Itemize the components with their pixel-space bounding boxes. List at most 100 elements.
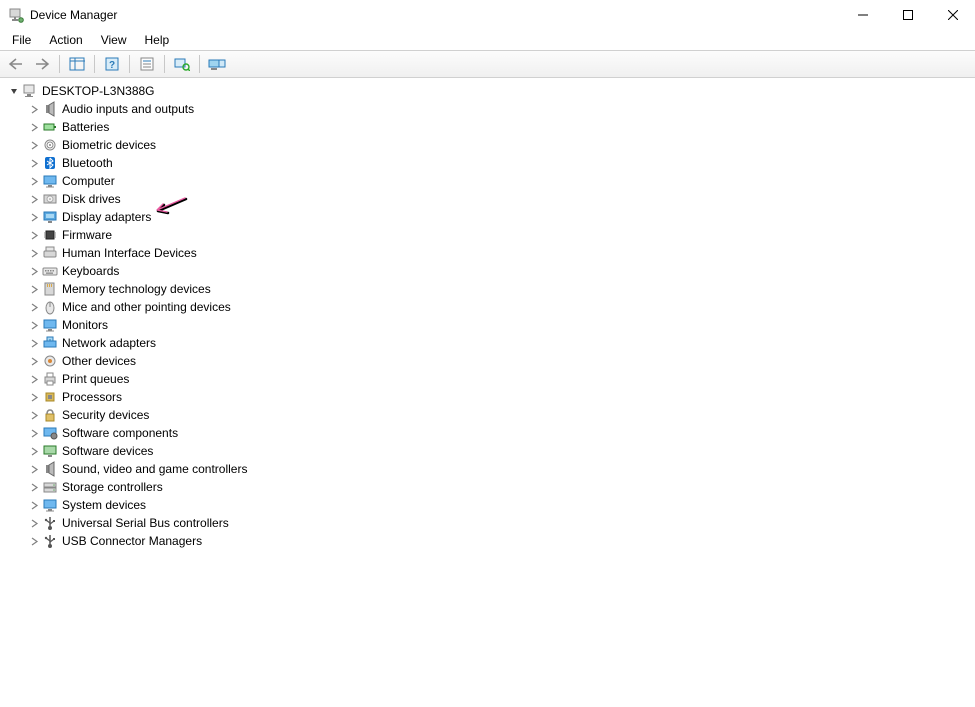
tree-item-label: System devices	[62, 498, 146, 512]
chevron-right-icon[interactable]	[26, 119, 42, 135]
storage-icon	[42, 479, 58, 495]
tree-item-usb[interactable]: Universal Serial Bus controllers	[2, 514, 973, 532]
tree-root[interactable]: DESKTOP-L3N388G	[2, 82, 973, 100]
tree-item-printq[interactable]: Print queues	[2, 370, 973, 388]
tree-item-display[interactable]: Display adapters	[2, 208, 973, 226]
chevron-right-icon[interactable]	[26, 263, 42, 279]
forward-button[interactable]	[30, 53, 54, 75]
tree-item-label: Universal Serial Bus controllers	[62, 516, 229, 530]
tree-item-security[interactable]: Security devices	[2, 406, 973, 424]
tree-item-batteries[interactable]: Batteries	[2, 118, 973, 136]
chevron-right-icon[interactable]	[26, 497, 42, 513]
tree-item-bluetooth[interactable]: Bluetooth	[2, 154, 973, 172]
chevron-right-icon[interactable]	[26, 191, 42, 207]
close-button[interactable]	[930, 0, 975, 30]
chevron-right-icon[interactable]	[26, 227, 42, 243]
add-legacy-hardware-button[interactable]	[205, 53, 229, 75]
chevron-right-icon[interactable]	[26, 281, 42, 297]
chevron-right-icon[interactable]	[26, 443, 42, 459]
tree-item-monitors[interactable]: Monitors	[2, 316, 973, 334]
other-icon	[42, 353, 58, 369]
monitor-icon	[42, 497, 58, 513]
menu-action[interactable]: Action	[41, 31, 90, 49]
chevron-right-icon[interactable]	[26, 533, 42, 549]
device-tree[interactable]: DESKTOP-L3N388G Audio inputs and outputs…	[0, 78, 975, 554]
chevron-right-icon[interactable]	[26, 209, 42, 225]
maximize-button[interactable]	[885, 0, 930, 30]
chevron-right-icon[interactable]	[26, 245, 42, 261]
tree-item-keyboards[interactable]: Keyboards	[2, 262, 973, 280]
tree-item-label: Other devices	[62, 354, 136, 368]
chevron-right-icon[interactable]	[26, 461, 42, 477]
tree-item-computer[interactable]: Computer	[2, 172, 973, 190]
svg-text:?: ?	[109, 60, 115, 71]
back-button[interactable]	[4, 53, 28, 75]
minimize-button[interactable]	[840, 0, 885, 30]
tree-item-label: Software devices	[62, 444, 153, 458]
properties-button[interactable]	[135, 53, 159, 75]
tree-item-label: Network adapters	[62, 336, 156, 350]
tree-item-other[interactable]: Other devices	[2, 352, 973, 370]
chevron-right-icon[interactable]	[26, 137, 42, 153]
tree-item-memtech[interactable]: Memory technology devices	[2, 280, 973, 298]
menubar: File Action View Help	[0, 30, 975, 50]
tree-item-network[interactable]: Network adapters	[2, 334, 973, 352]
menu-help[interactable]: Help	[137, 31, 178, 49]
printer-icon	[42, 371, 58, 387]
chevron-down-icon[interactable]	[6, 83, 22, 99]
chevron-right-icon[interactable]	[26, 155, 42, 171]
chevron-right-icon[interactable]	[26, 101, 42, 117]
scan-hardware-button[interactable]	[170, 53, 194, 75]
tree-item-mice[interactable]: Mice and other pointing devices	[2, 298, 973, 316]
tree-item-label: Memory technology devices	[62, 282, 211, 296]
usb-icon	[42, 533, 58, 549]
tree-item-processors[interactable]: Processors	[2, 388, 973, 406]
tree-item-hid[interactable]: Human Interface Devices	[2, 244, 973, 262]
tree-item-biometric[interactable]: Biometric devices	[2, 136, 973, 154]
chevron-right-icon[interactable]	[26, 317, 42, 333]
tree-item-label: Monitors	[62, 318, 108, 332]
chevron-right-icon[interactable]	[26, 515, 42, 531]
window-title: Device Manager	[30, 8, 117, 22]
tree-item-swcomp[interactable]: Software components	[2, 424, 973, 442]
menu-view[interactable]: View	[93, 31, 135, 49]
help-button[interactable]: ?	[100, 53, 124, 75]
tree-item-label: USB Connector Managers	[62, 534, 202, 548]
titlebar: Device Manager	[0, 0, 975, 30]
tree-item-label: Disk drives	[62, 192, 121, 206]
menu-file[interactable]: File	[4, 31, 39, 49]
tree-item-firmware[interactable]: Firmware	[2, 226, 973, 244]
tree-item-label: Bluetooth	[62, 156, 113, 170]
cpu-icon	[42, 389, 58, 405]
tree-item-sound[interactable]: Sound, video and game controllers	[2, 460, 973, 478]
bluetooth-icon	[42, 155, 58, 171]
chip-icon	[42, 227, 58, 243]
tree-item-diskdrives[interactable]: Disk drives	[2, 190, 973, 208]
tree-item-swdev[interactable]: Software devices	[2, 442, 973, 460]
chevron-right-icon[interactable]	[26, 371, 42, 387]
chevron-right-icon[interactable]	[26, 479, 42, 495]
tree-item-label: Display adapters	[62, 210, 151, 224]
tree-item-label: Audio inputs and outputs	[62, 102, 194, 116]
tree-item-label: Firmware	[62, 228, 112, 242]
display-icon	[42, 209, 58, 225]
chevron-right-icon[interactable]	[26, 407, 42, 423]
tree-item-system[interactable]: System devices	[2, 496, 973, 514]
chevron-right-icon[interactable]	[26, 389, 42, 405]
chevron-right-icon[interactable]	[26, 299, 42, 315]
tree-item-storage[interactable]: Storage controllers	[2, 478, 973, 496]
chevron-right-icon[interactable]	[26, 425, 42, 441]
tree-item-usbconn[interactable]: USB Connector Managers	[2, 532, 973, 550]
keyboard-icon	[42, 263, 58, 279]
chevron-right-icon[interactable]	[26, 335, 42, 351]
chevron-right-icon[interactable]	[26, 353, 42, 369]
battery-icon	[42, 119, 58, 135]
tree-item-label: Human Interface Devices	[62, 246, 197, 260]
hid-icon	[42, 245, 58, 261]
tree-item-label: Software components	[62, 426, 178, 440]
chevron-right-icon[interactable]	[26, 173, 42, 189]
show-hide-tree-button[interactable]	[65, 53, 89, 75]
memcard-icon	[42, 281, 58, 297]
speaker-icon	[42, 101, 58, 117]
tree-item-audio[interactable]: Audio inputs and outputs	[2, 100, 973, 118]
